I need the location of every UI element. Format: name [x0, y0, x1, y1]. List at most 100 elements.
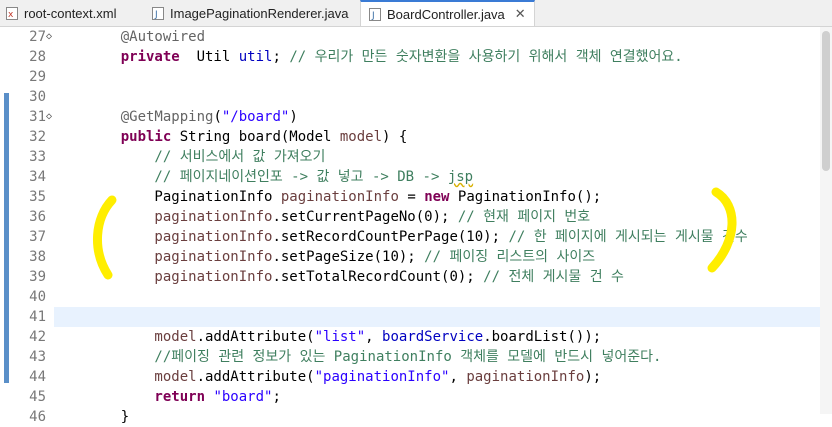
code-token: public: [87, 129, 172, 145]
code-token: }: [87, 409, 130, 425]
code-token: .setRecordCountPerPage(10);: [272, 229, 509, 245]
svg-text:J: J: [154, 10, 158, 20]
tab-root-context-xml[interactable]: x root-context.xml: [6, 0, 116, 26]
code-token: PaginationInfo();: [449, 189, 602, 205]
code-token: util: [238, 49, 273, 65]
code-token: "paginationInfo": [314, 369, 450, 385]
code-token: paginationInfo: [280, 189, 399, 205]
line-number: 28: [29, 49, 46, 65]
code-token: model: [87, 329, 197, 345]
code-token: ) {: [382, 129, 408, 145]
code-line[interactable]: paginationInfo.setPageSize(10); // 페이징 리…: [87, 247, 595, 267]
code-token: // 페이징 리스트의 사이즈: [424, 249, 596, 265]
fold-toggle-icon[interactable]: ◇: [46, 27, 52, 47]
line-number: 27: [29, 29, 46, 45]
code-line[interactable]: //페이징 관련 정보가 있는 PaginationInfo 객체를 모델에 반…: [87, 347, 661, 367]
code-token: "/board": [221, 109, 290, 125]
line-number: 35: [29, 189, 46, 205]
code-token: ,: [449, 369, 467, 385]
tab-image-pagination-renderer[interactable]: J ImagePaginationRenderer.java: [152, 0, 349, 26]
line-number: 38: [29, 249, 46, 265]
code-token: ;: [272, 49, 290, 65]
code-token: jsp: [447, 169, 474, 185]
code-token: paginationInfo: [87, 249, 273, 265]
code-token: .setCurrentPageNo(0);: [272, 209, 458, 225]
code-token: @Autowired: [87, 29, 206, 45]
line-number: 44: [29, 369, 46, 385]
change-ruler: [0, 27, 14, 414]
code-line[interactable]: public String board(Model model) {: [87, 127, 408, 147]
code-token: new: [424, 189, 450, 205]
code-token: paginationInfo: [87, 229, 273, 245]
tab-label: BoardController.java: [387, 6, 505, 22]
code-token: //페이징 관련 정보가 있는 PaginationInfo 객체를 모델에 반…: [87, 349, 662, 365]
code-line[interactable]: }: [87, 407, 129, 427]
vertical-scrollbar[interactable]: [820, 27, 832, 414]
code-token: ,: [365, 329, 383, 345]
code-token: .boardList());: [483, 329, 602, 345]
code-line[interactable]: model.addAttribute("list", boardService.…: [87, 327, 601, 347]
code-token: private: [87, 49, 180, 65]
svg-text:J: J: [371, 11, 375, 21]
code-line[interactable]: // 서비스에서 값 가져오기: [87, 147, 325, 167]
line-number: 43: [29, 349, 46, 365]
code-line[interactable]: paginationInfo.setCurrentPageNo(0); // 현…: [87, 207, 590, 227]
svg-text:x: x: [8, 10, 14, 20]
code-token: .setTotalRecordCount(0);: [272, 269, 484, 285]
java-file-icon: J: [152, 6, 164, 20]
scrollbar-thumb[interactable]: [822, 31, 830, 171]
line-number: 39: [29, 269, 46, 285]
xml-file-icon: x: [6, 6, 18, 20]
code-token: );: [584, 369, 602, 385]
code-token: .setPageSize(10);: [272, 249, 425, 265]
line-number: 36: [29, 209, 46, 225]
line-number: 32: [29, 129, 46, 145]
tab-label: ImagePaginationRenderer.java: [170, 5, 349, 21]
close-icon[interactable]: ✕: [515, 6, 526, 22]
code-token: =: [398, 189, 425, 205]
line-number: 34: [29, 169, 46, 185]
line-number: 46: [29, 409, 46, 425]
tab-board-controller[interactable]: J BoardController.java ✕: [360, 0, 535, 26]
code-line[interactable]: return "board";: [87, 387, 280, 407]
editor-tab-bar: x root-context.xml J ImagePaginationRend…: [0, 0, 832, 27]
code-line[interactable]: @Autowired: [87, 27, 205, 47]
current-line-highlight: [54, 307, 820, 327]
code-line[interactable]: PaginationInfo paginationInfo = new Pagi…: [87, 187, 601, 207]
code-line[interactable]: private Util util; // 우리가 만든 숫자변환을 사용하기 …: [87, 47, 683, 67]
fold-toggle-icon[interactable]: ◇: [46, 107, 52, 127]
line-number: 29: [29, 69, 46, 85]
code-token: model: [339, 129, 383, 145]
tab-label: root-context.xml: [24, 5, 117, 21]
code-editor[interactable]: 27 ◇ @Autowired 28 private Util util; // 우…: [0, 27, 832, 425]
code-token: String board(Model: [171, 129, 340, 145]
code-token: paginationInfo: [87, 209, 273, 225]
line-number: 45: [29, 389, 46, 405]
line-number: 40: [29, 289, 46, 305]
code-token: // 우리가 만든 숫자변환을 사용하기 위해서 객체 연결했어요.: [289, 49, 683, 65]
code-token: .addAttribute(: [196, 369, 315, 385]
line-number: 42: [29, 329, 46, 345]
code-token: // 현재 페이지 번호: [457, 209, 591, 225]
code-token: ): [289, 109, 298, 125]
code-token: .addAttribute(: [196, 329, 315, 345]
code-token: "list": [314, 329, 366, 345]
code-token: paginationInfo: [466, 369, 585, 385]
code-token: // 서비스에서 값 가져오기: [87, 149, 326, 165]
code-token: boardService: [382, 329, 484, 345]
line-number: 30: [29, 89, 46, 105]
code-line[interactable]: // 페이지네이션인포 -> 값 넣고 -> DB -> jsp: [87, 167, 473, 187]
code-token: Util: [179, 49, 239, 65]
code-line[interactable]: @GetMapping("/board"): [87, 107, 298, 127]
code-line[interactable]: paginationInfo.setTotalRecordCount(0); /…: [87, 267, 623, 287]
code-token: // 한 페이지에 게시되는 게시물 건수: [508, 229, 748, 245]
line-number: 37: [29, 229, 46, 245]
code-line[interactable]: paginationInfo.setRecordCountPerPage(10)…: [87, 227, 748, 247]
code-token: model: [87, 369, 197, 385]
code-token: return: [87, 389, 206, 405]
line-number: 33: [29, 149, 46, 165]
code-token: // 페이지네이션인포 -> 값 넣고 -> DB ->: [87, 169, 448, 185]
code-token: "board": [213, 389, 273, 405]
line-number: 31: [29, 109, 46, 125]
code-line[interactable]: model.addAttribute("paginationInfo", pag…: [87, 367, 601, 387]
